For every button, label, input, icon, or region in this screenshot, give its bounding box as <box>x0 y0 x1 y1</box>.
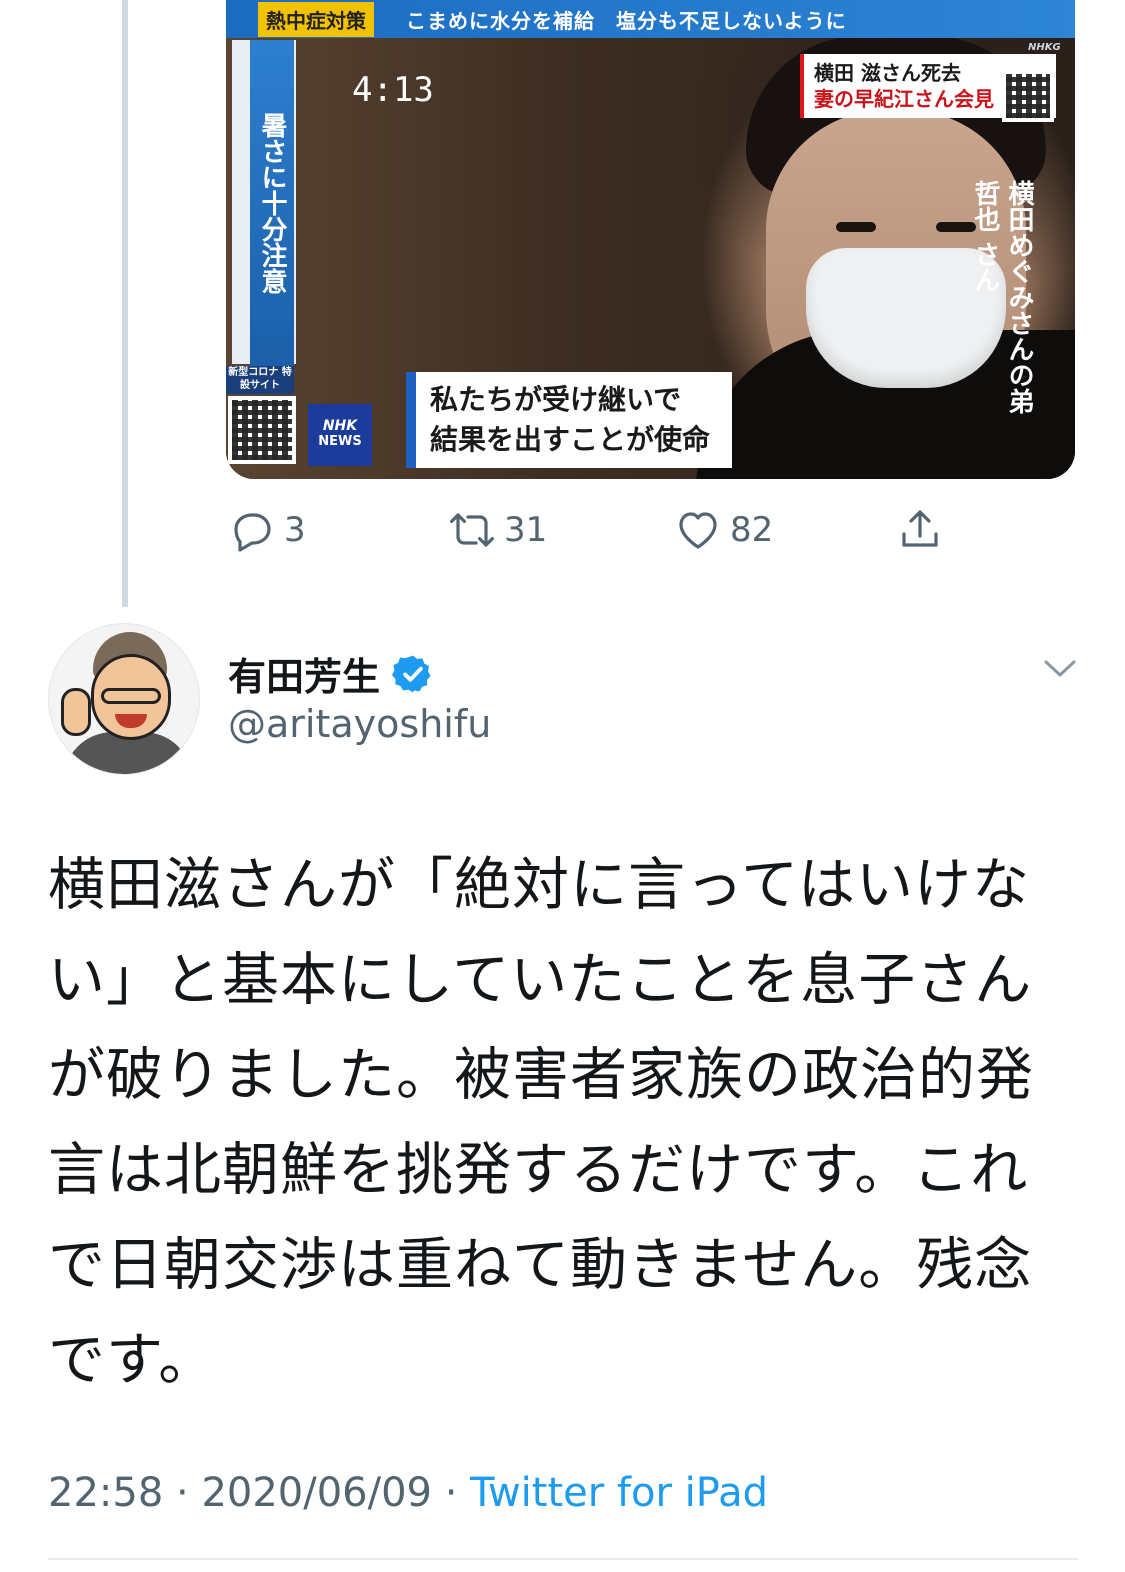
banner-tag: 熱中症対策 <box>258 1 374 37</box>
chevron-down-icon[interactable] <box>1040 654 1080 684</box>
heart-icon <box>679 512 717 549</box>
meta-separator: · <box>163 1470 202 1516</box>
nhkg-label: NHKG <box>1028 42 1061 53</box>
banner-message: こまめに水分を補給 塩分も不足しないように <box>406 8 847 33</box>
video-person-eye <box>836 222 876 232</box>
author-name[interactable]: 有田芳生 <box>228 646 380 701</box>
author-handle[interactable]: @aritayoshifu <box>228 702 491 746</box>
like-count: 82 <box>730 510 774 550</box>
retweet-count: 31 <box>504 510 548 550</box>
video-caption: 私たちが受け継いで 結果を出すことが使命 <box>406 372 732 468</box>
reply-count: 3 <box>284 510 306 550</box>
tweet-media-video[interactable]: 熱中症対策 こまめに水分を補給 塩分も不足しないように 暑さに十分注意 新型コロ… <box>226 0 1075 479</box>
video-timecode: 4:13 <box>352 70 434 110</box>
tweet-meta: 22:58 · 2020/06/09 · Twitter for iPad <box>48 1470 768 1516</box>
caption-line-2: 結果を出すことが使命 <box>430 423 711 456</box>
caption-line-1: 私たちが受け継いで <box>430 383 682 416</box>
video-top-banner: 熱中症対策 こまめに水分を補給 塩分も不足しないように <box>226 0 1075 38</box>
net-label: ネットでも <box>1000 56 1055 69</box>
share-icon <box>902 510 938 547</box>
tweet-date: 2020/06/09 <box>201 1470 432 1516</box>
tweet-action-bar: 3 31 82 <box>226 500 986 560</box>
qr-code-icon <box>228 396 296 464</box>
author-avatar[interactable] <box>48 623 200 775</box>
avatar-hand <box>61 688 91 736</box>
nhk-logo-news-text: NEWS <box>318 434 362 449</box>
nhk-logo-text: NHK <box>322 418 358 434</box>
avatar-glasses <box>101 688 161 704</box>
thread-connector-line <box>122 0 128 607</box>
nhk-news-logo: NHK NEWS <box>308 404 372 466</box>
like-button[interactable]: 82 <box>674 500 773 560</box>
verified-badge-icon <box>392 655 431 692</box>
qr-code-icon <box>1002 70 1054 122</box>
author-name-row[interactable]: 有田芳生 <box>228 646 434 701</box>
tweet-text: 横田滋さんが「絶対に言ってはいけない」と基本にしていたことを息子さんが破りました… <box>48 852 1034 1393</box>
tweet-source-link[interactable]: Twitter for iPad <box>470 1470 768 1516</box>
retweet-icon <box>450 513 494 547</box>
corona-site-label: 新型コロナ 特設サイト <box>226 366 294 394</box>
video-side-banner: 暑さに十分注意 <box>250 40 294 366</box>
retweet-button[interactable]: 31 <box>448 500 547 560</box>
person-name-caption: 横田めぐみさんの弟 哲也 さん <box>970 180 1034 440</box>
divider <box>48 1558 1078 1560</box>
reply-icon <box>234 513 271 552</box>
meta-separator: · <box>431 1470 471 1516</box>
share-button[interactable] <box>896 500 944 560</box>
tweet-time: 22:58 <box>48 1470 164 1516</box>
reply-button[interactable]: 3 <box>228 500 306 560</box>
